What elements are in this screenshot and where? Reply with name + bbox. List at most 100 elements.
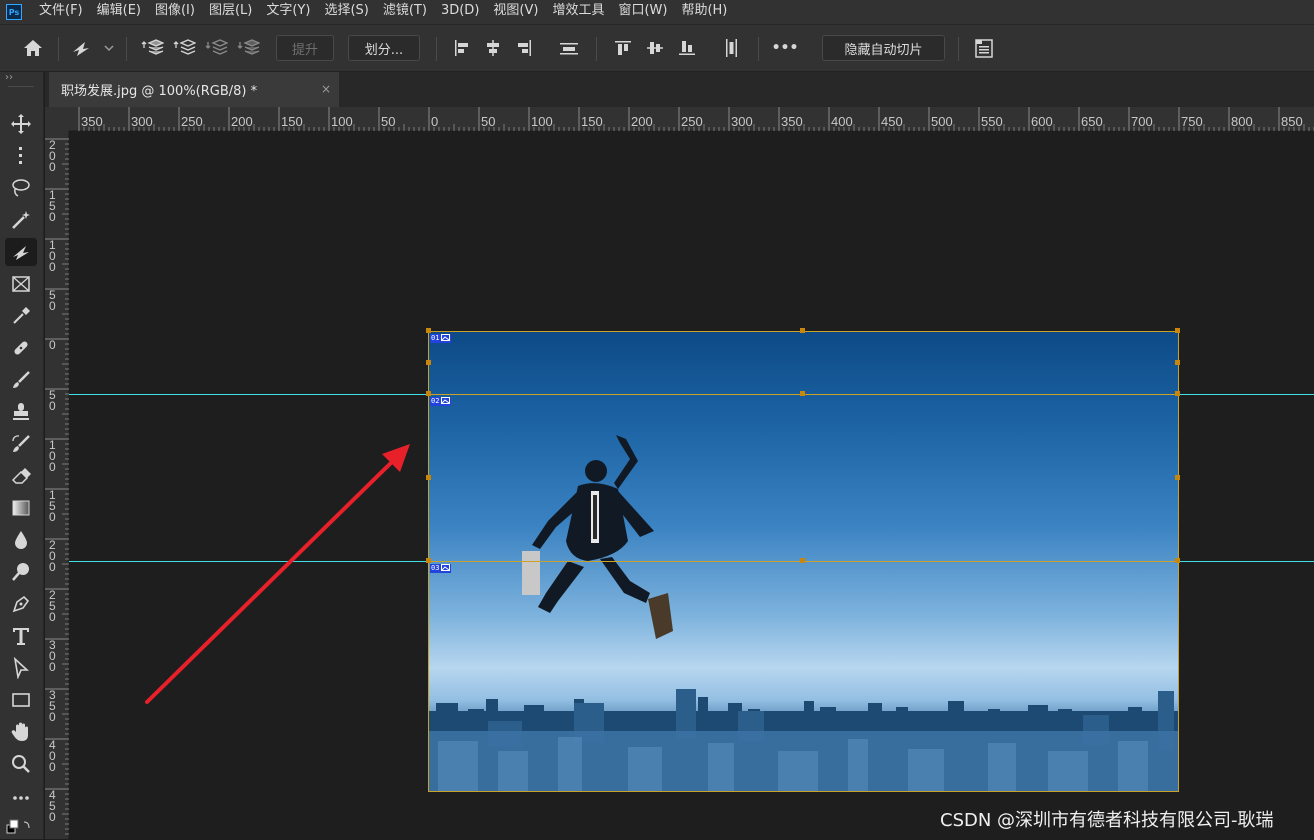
ruler-label: 100 [531, 114, 553, 129]
rectangle-tool-icon[interactable] [5, 686, 37, 714]
menu-window[interactable]: 窗口(W) [611, 0, 674, 24]
vertical-ruler[interactable]: 20015010050050100150200250300350400450 [45, 131, 69, 839]
document-tab[interactable]: 职场发展.jpg @ 100%(RGB/8) * × [49, 72, 339, 107]
slice-handle-side[interactable] [1175, 360, 1180, 365]
history-brush-tool-icon[interactable] [5, 430, 37, 458]
send-backward-icon [202, 25, 230, 71]
ruler-label: 100 [331, 114, 353, 129]
menu-file[interactable]: 文件(F) [32, 0, 90, 24]
menu-filter[interactable]: 滤镜(T) [376, 0, 434, 24]
menu-select[interactable]: 选择(S) [317, 0, 375, 24]
eraser-tool-icon[interactable] [5, 462, 37, 490]
align-left-edges-icon[interactable] [448, 25, 474, 71]
slice-handle[interactable] [426, 558, 431, 563]
slice-handle-top-left[interactable] [426, 328, 431, 333]
dodge-tool-icon[interactable] [5, 558, 37, 586]
ruler-label: 750 [1181, 114, 1203, 129]
ruler-label: 600 [1031, 114, 1053, 129]
menu-edit[interactable]: 编辑(E) [90, 0, 148, 24]
distribute-horizontal-centers-icon[interactable] [556, 25, 582, 71]
ruler-label: 650 [1081, 114, 1103, 129]
bring-to-front-icon[interactable] [138, 25, 166, 71]
promote-button[interactable]: 提升 [276, 35, 334, 61]
send-to-back-icon [234, 25, 262, 71]
ruler-label: 0 [49, 810, 56, 824]
slice-handle[interactable] [426, 475, 431, 480]
align-bottom-edges-icon[interactable] [674, 25, 700, 71]
align-horizontal-centers-icon[interactable] [480, 25, 506, 71]
separator [58, 37, 59, 61]
ruler-label: 0 [49, 610, 56, 624]
edit-toolbar-icon[interactable] [5, 784, 37, 812]
type-tool-icon[interactable] [5, 622, 37, 650]
menu-bar: Ps 文件(F) 编辑(E) 图像(I) 图层(L) 文字(Y) 选择(S) 滤… [0, 0, 1314, 24]
slice-handle[interactable] [426, 391, 431, 396]
slice-handle[interactable] [800, 391, 805, 396]
clone-stamp-tool-icon[interactable] [5, 398, 37, 426]
frame-tool-icon[interactable] [5, 270, 37, 298]
more-options-icon[interactable]: ••• [770, 25, 800, 71]
brush-tool-icon[interactable] [5, 366, 37, 394]
image-slice-icon [441, 397, 451, 404]
horizontal-ruler[interactable]: 350 300 250 200 150 100 50 0 50 100 150 200 250 300 35… [69, 107, 1314, 131]
ruler-label: 300 [731, 114, 753, 129]
ruler-label: 800 [1231, 114, 1253, 129]
close-icon[interactable]: × [321, 82, 331, 96]
blur-tool-icon[interactable] [5, 526, 37, 554]
slice-badge-01[interactable]: 01 [430, 334, 452, 343]
divide-button[interactable]: 划分... [348, 35, 420, 61]
bring-forward-icon[interactable] [170, 25, 198, 71]
slice-badge-02[interactable]: 02 [430, 397, 452, 406]
slice-handle-top-center[interactable] [800, 328, 805, 333]
menu-help[interactable]: 帮助(H) [674, 0, 734, 24]
ruler-label: 350 [781, 114, 803, 129]
pen-tool-icon[interactable] [5, 590, 37, 618]
ruler-label: 550 [981, 114, 1003, 129]
distribute-vertical-centers-icon[interactable] [718, 25, 744, 71]
watermark: CSDN @深圳市有德者科技有限公司-耿瑞 [940, 810, 1274, 831]
ruler-label: 0 [431, 114, 438, 129]
move-tool-icon[interactable] [5, 110, 37, 138]
slice-handle-side[interactable] [426, 360, 431, 365]
slice-tool-icon[interactable] [5, 238, 37, 266]
gradient-tool-icon[interactable] [5, 494, 37, 522]
align-vertical-centers-icon[interactable] [642, 25, 668, 71]
ruler-origin[interactable] [45, 107, 69, 131]
marquee-tool-icon[interactable] [5, 142, 37, 170]
menu-layer[interactable]: 图层(L) [202, 0, 259, 24]
path-selection-tool-icon[interactable] [5, 654, 37, 682]
menu-plugins[interactable]: 增效工具 [545, 0, 611, 24]
magic-wand-tool-icon[interactable] [5, 206, 37, 234]
ruler-label: 700 [1131, 114, 1153, 129]
menu-type[interactable]: 文字(Y) [259, 0, 317, 24]
menu-3d[interactable]: 3D(D) [434, 0, 486, 24]
slice-handle[interactable] [1175, 558, 1180, 563]
menu-view[interactable]: 视图(V) [486, 0, 545, 24]
separator [758, 37, 759, 61]
zoom-tool-icon[interactable] [5, 750, 37, 778]
slice-handle[interactable] [1175, 475, 1180, 480]
hide-auto-slices-button[interactable]: 隐藏自动切片 [822, 35, 945, 61]
slice-badge-03[interactable]: 03 [430, 564, 452, 573]
toolbox: ›› [0, 72, 44, 839]
separator [436, 37, 437, 61]
ruler-label: 200 [231, 114, 253, 129]
foreground-background-colors-icon[interactable] [4, 816, 34, 836]
menu-image[interactable]: 图像(I) [148, 0, 202, 24]
separator [126, 37, 127, 61]
eyedropper-tool-icon[interactable] [5, 302, 37, 330]
home-icon[interactable] [18, 25, 48, 71]
ruler-label: 0 [49, 460, 56, 474]
collapse-toolbox-icon[interactable]: ›› [5, 72, 13, 83]
slice-options-icon[interactable] [970, 25, 998, 71]
hand-tool-icon[interactable] [5, 718, 37, 746]
slice-handle[interactable] [1175, 391, 1180, 396]
slice-select-tool-preset-icon[interactable] [68, 25, 116, 71]
align-top-edges-icon[interactable] [610, 25, 636, 71]
healing-brush-tool-icon[interactable] [5, 334, 37, 362]
align-right-edges-icon[interactable] [512, 25, 538, 71]
slice-handle[interactable] [800, 558, 805, 563]
lasso-tool-icon[interactable] [5, 174, 37, 202]
ruler-label: 0 [49, 660, 56, 674]
slice-handle-top-right[interactable] [1175, 328, 1180, 333]
